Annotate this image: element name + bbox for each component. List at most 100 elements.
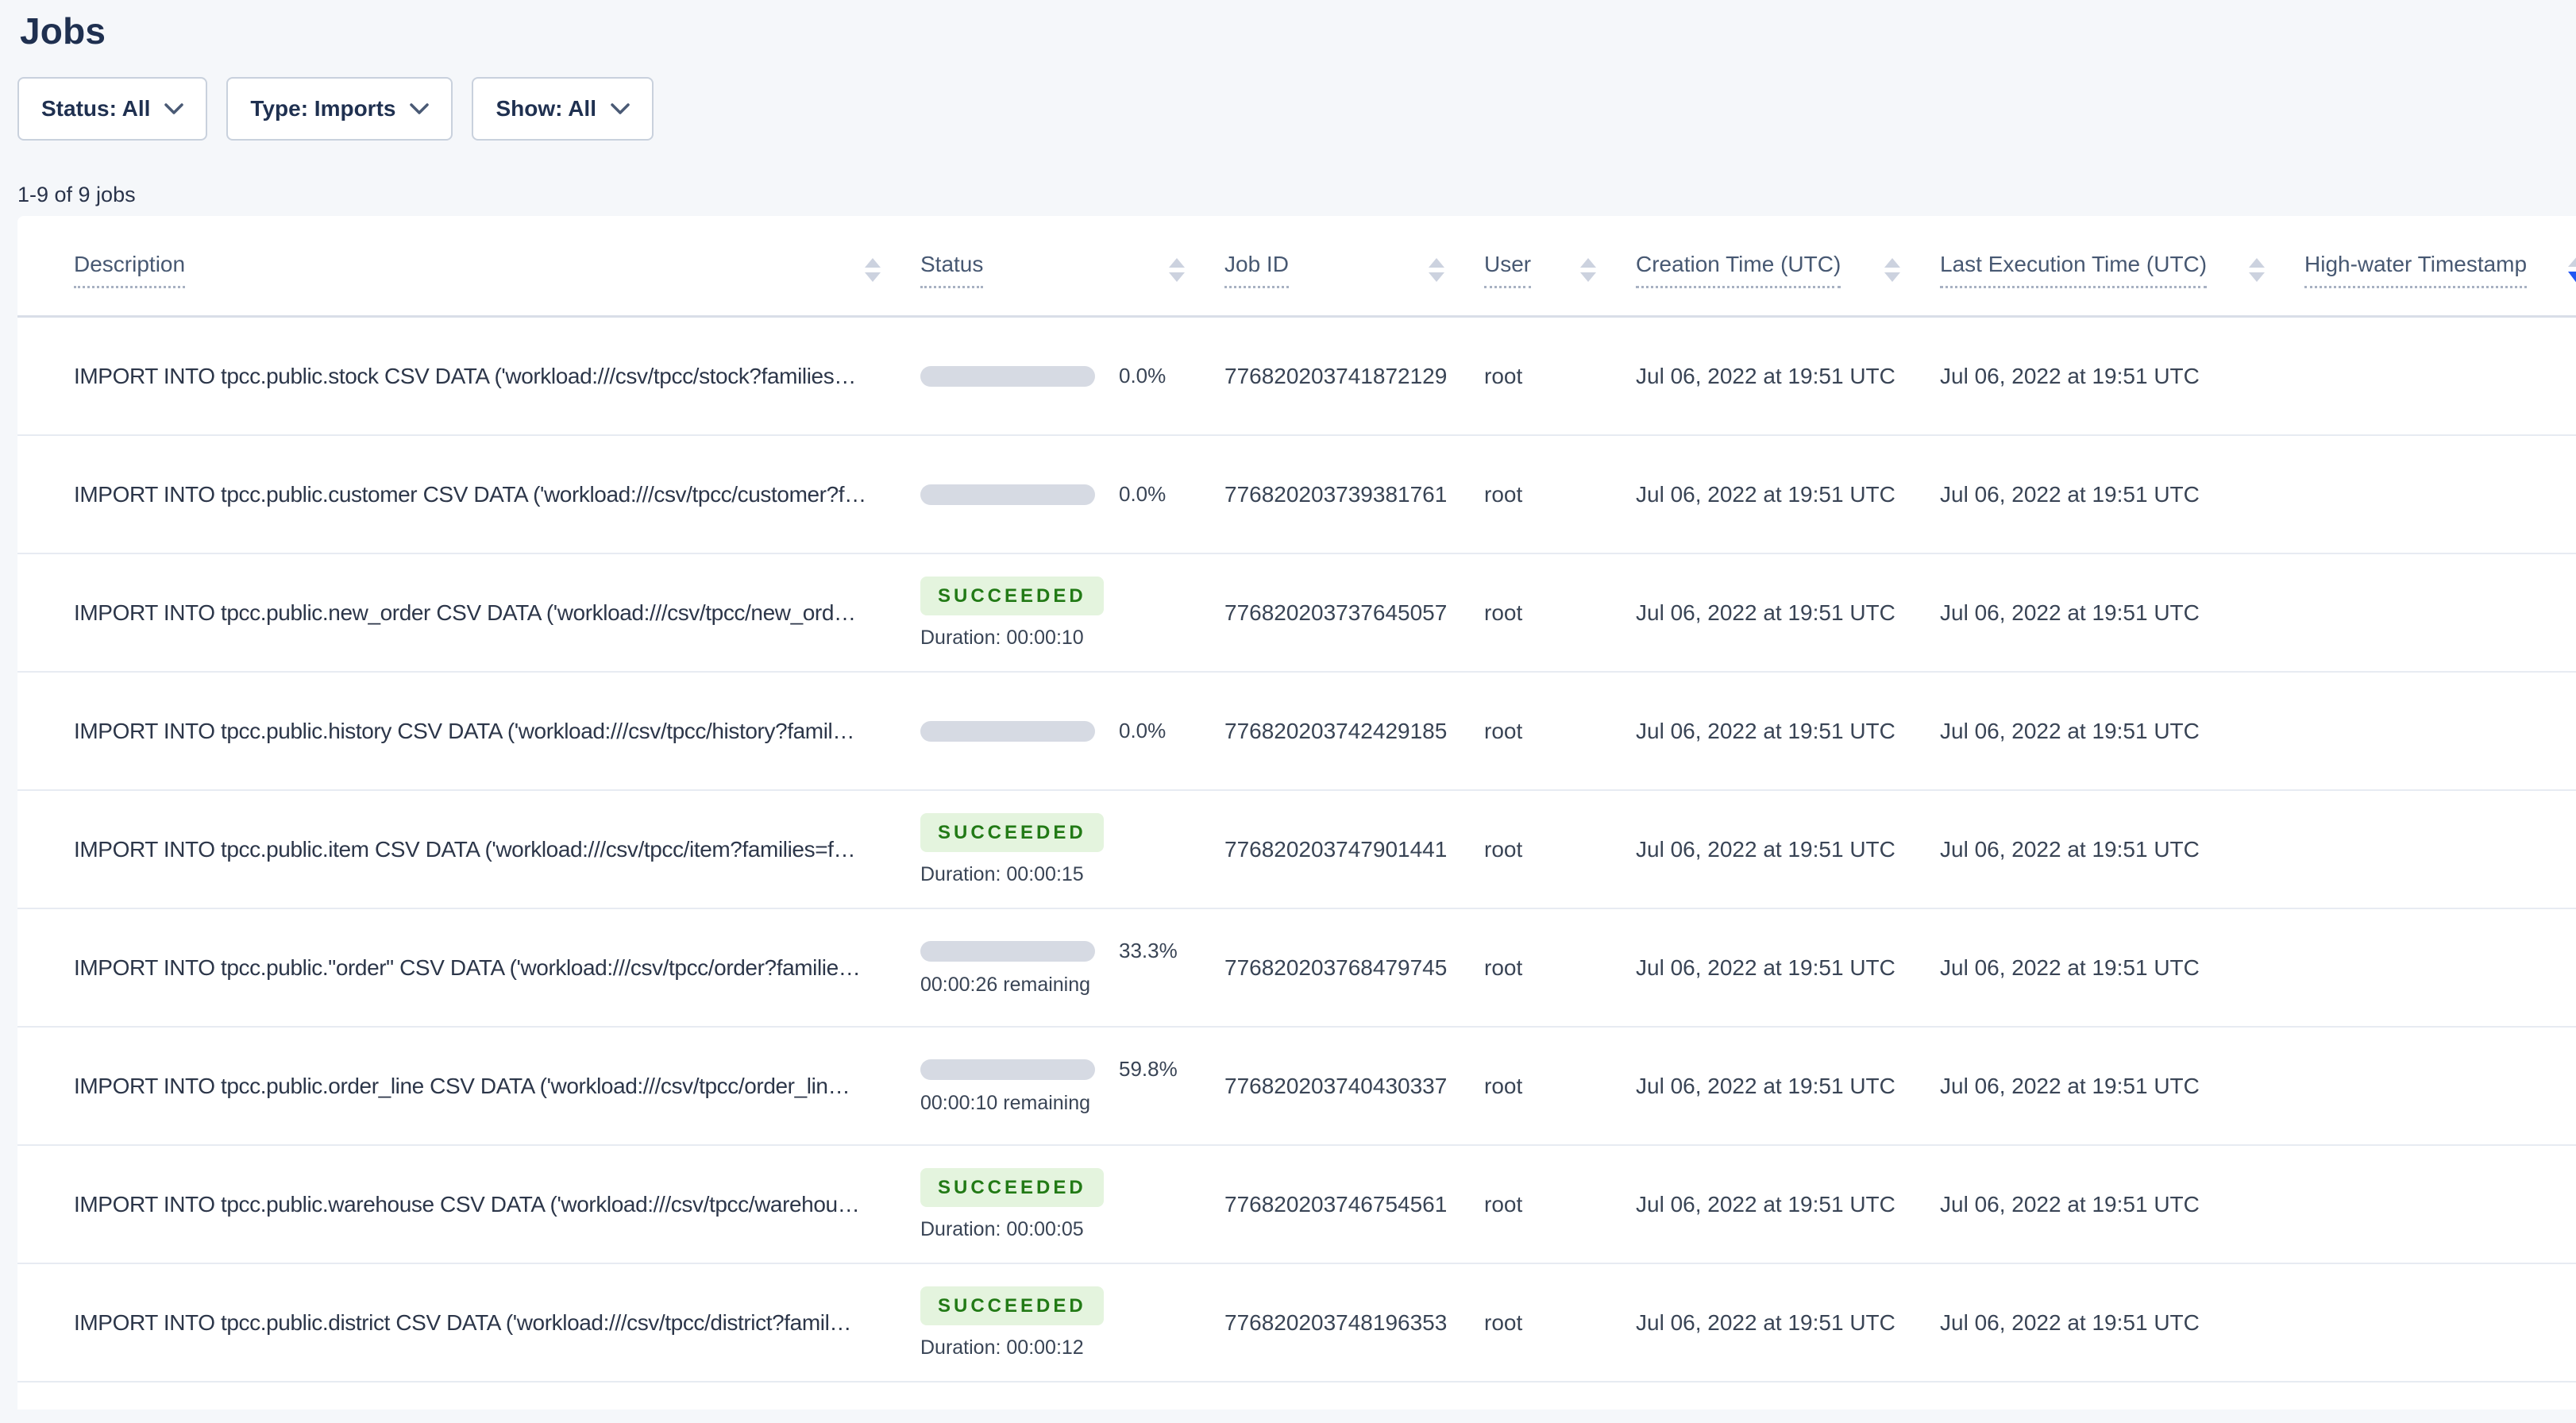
job-creation-time-cell: Jul 06, 2022 at 19:51 UTC (1636, 363, 1895, 388)
sort-down-icon (2568, 271, 2576, 284)
sort-arrows-icon[interactable] (2568, 255, 2576, 284)
progress-percent: 59.8% (1119, 1057, 1178, 1081)
chevron-down-icon (164, 103, 184, 114)
page-title: Jobs (20, 10, 106, 52)
job-status-cell: SUCCEEDED Duration: 00:00:15 (920, 812, 1224, 886)
job-description-link[interactable]: IMPORT INTO tpcc.public.district CSV DAT… (74, 1310, 920, 1336)
job-id-cell: 776820203746754561 (1224, 1191, 1448, 1217)
status-badge-line: SUCCEEDED (920, 1286, 1104, 1325)
job-last-execution-time-cell: Jul 06, 2022 at 19:51 UTC (1940, 600, 2200, 625)
job-user-cell: root (1484, 363, 1523, 388)
job-last-execution-time-cell: Jul 06, 2022 at 19:51 UTC (1940, 481, 2200, 507)
sort-down-icon (2249, 272, 2265, 282)
sort-up-icon (1169, 257, 1185, 268)
status-subtext: 00:00:10 remaining (920, 1092, 1091, 1114)
column-header-label[interactable]: Job ID (1224, 252, 1289, 288)
job-id-cell: 776820203742429185 (1224, 718, 1448, 743)
progress-bar: 0.0% (920, 719, 1166, 743)
job-id-cell: 776820203747901441 (1224, 836, 1448, 862)
jobs-count: 1-9 of 9 jobs (17, 183, 136, 206)
status-filter-dropdown[interactable]: Status: All (17, 77, 208, 141)
column-header-label[interactable]: Status (920, 252, 984, 288)
job-last-execution-time-cell: Jul 06, 2022 at 19:51 UTC (1940, 718, 2200, 743)
jobs-table-card: Description Status Job ID User Creation … (17, 216, 2576, 1410)
status-badge-line: SUCCEEDED (920, 812, 1104, 852)
job-row: IMPORT INTO tpcc.public."order" CSV DATA… (17, 909, 2576, 1028)
progress-track (920, 484, 1095, 505)
sort-up-icon (1884, 257, 1900, 268)
status-subtext: Duration: 00:00:15 (920, 862, 1084, 885)
job-row: IMPORT INTO tpcc.public.history CSV DATA… (17, 673, 2576, 791)
sort-arrows-icon[interactable] (1429, 257, 1444, 282)
status-badge-line: SUCCEEDED (920, 576, 1104, 615)
job-status-cell: 0.0% (920, 364, 1224, 388)
progress-bar: 33.3% (920, 939, 1178, 963)
job-id-cell: 776820203737645057 (1224, 600, 1448, 625)
show-filter-label: Show: All (496, 96, 596, 121)
sort-arrows-icon[interactable] (1580, 257, 1596, 282)
job-row: IMPORT INTO tpcc.public.item CSV DATA ('… (17, 791, 2576, 909)
chevron-down-icon (611, 103, 630, 114)
sort-arrows-icon[interactable] (1884, 257, 1900, 282)
job-user-cell: root (1484, 718, 1523, 743)
job-user-cell: root (1484, 600, 1523, 625)
job-row: IMPORT INTO tpcc.public.district CSV DAT… (17, 1264, 2576, 1383)
job-last-execution-time-cell: Jul 06, 2022 at 19:51 UTC (1940, 836, 2200, 862)
sort-down-icon (1884, 272, 1900, 282)
job-description-link[interactable]: IMPORT INTO tpcc.public.stock CSV DATA (… (74, 364, 920, 389)
job-row: IMPORT INTO tpcc.public.order_line CSV D… (17, 1028, 2576, 1146)
progress-percent: 0.0% (1119, 719, 1167, 742)
sort-arrows-icon[interactable] (2249, 257, 2265, 282)
job-status-cell: 0.0% (920, 719, 1224, 743)
sort-arrows-icon[interactable] (1169, 257, 1185, 282)
job-description-link[interactable]: IMPORT INTO tpcc.public.history CSV DATA… (74, 719, 920, 744)
status-subtext: Duration: 00:00:10 (920, 626, 1084, 649)
progress-percent: 0.0% (1119, 482, 1167, 506)
column-header-label[interactable]: Creation Time (UTC) (1636, 252, 1841, 288)
job-description-link[interactable]: IMPORT INTO tpcc.public.new_order CSV DA… (74, 600, 920, 626)
column-header-label[interactable]: Description (74, 252, 186, 288)
status-subtext: 00:00:26 remaining (920, 974, 1091, 996)
sort-down-icon (1580, 272, 1596, 282)
job-id-cell: 776820203739381761 (1224, 481, 1448, 507)
table-body: IMPORT INTO tpcc.public.stock CSV DATA (… (17, 318, 2576, 1383)
sort-up-icon (865, 257, 881, 268)
job-user-cell: root (1484, 1309, 1523, 1335)
job-id-cell: 776820203748196353 (1224, 1309, 1448, 1335)
show-filter-dropdown[interactable]: Show: All (472, 77, 654, 141)
job-description-link[interactable]: IMPORT INTO tpcc.public.warehouse CSV DA… (74, 1192, 920, 1217)
job-creation-time-cell: Jul 06, 2022 at 19:51 UTC (1636, 954, 1895, 980)
table-header-row: Description Status Job ID User Creation … (17, 216, 2576, 318)
job-user-cell: root (1484, 836, 1523, 862)
job-description-link[interactable]: IMPORT INTO tpcc.public.order_line CSV D… (74, 1074, 920, 1099)
type-filter-label: Type: Imports (250, 96, 396, 121)
job-last-execution-time-cell: Jul 06, 2022 at 19:51 UTC (1940, 363, 2200, 388)
status-badge-line: SUCCEEDED (920, 1167, 1104, 1207)
status-filter-label: Status: All (41, 96, 151, 121)
column-header-label[interactable]: User (1484, 252, 1532, 288)
job-creation-time-cell: Jul 06, 2022 at 19:51 UTC (1636, 1191, 1895, 1217)
job-creation-time-cell: Jul 06, 2022 at 19:51 UTC (1636, 718, 1895, 743)
job-creation-time-cell: Jul 06, 2022 at 19:51 UTC (1636, 481, 1895, 507)
job-last-execution-time-cell: Jul 06, 2022 at 19:51 UTC (1940, 1309, 2200, 1335)
job-description-link[interactable]: IMPORT INTO tpcc.public."order" CSV DATA… (74, 955, 920, 981)
status-subtext: Duration: 00:00:05 (920, 1217, 1084, 1240)
type-filter-dropdown[interactable]: Type: Imports (226, 77, 453, 141)
column-header: Last Execution Time (UTC) (1940, 252, 2304, 288)
progress-percent: 0.0% (1119, 364, 1167, 388)
sort-up-icon (2249, 257, 2265, 268)
job-description-link[interactable]: IMPORT INTO tpcc.public.item CSV DATA ('… (74, 837, 920, 862)
job-id-cell: 776820203768479745 (1224, 954, 1448, 980)
sort-down-icon (865, 272, 881, 282)
sort-down-icon (1429, 272, 1444, 282)
job-description-link[interactable]: IMPORT INTO tpcc.public.customer CSV DAT… (74, 482, 920, 507)
column-header-label[interactable]: High-water Timestamp (2304, 252, 2528, 288)
column-header: Status (920, 252, 1224, 288)
job-user-cell: root (1484, 481, 1523, 507)
sort-arrows-icon[interactable] (865, 257, 881, 282)
column-header-label[interactable]: Last Execution Time (UTC) (1940, 252, 2208, 288)
status-badge: SUCCEEDED (920, 812, 1104, 852)
status-badge: SUCCEEDED (920, 1167, 1104, 1207)
job-row: IMPORT INTO tpcc.public.new_order CSV DA… (17, 554, 2576, 673)
sort-down-icon (1169, 272, 1185, 282)
